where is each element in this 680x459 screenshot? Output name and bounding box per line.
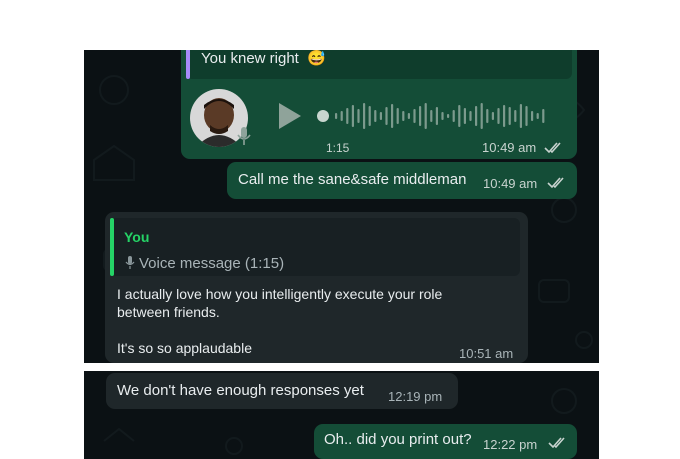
message-bubble-incoming: You Voice message (1:15) I actually love…: [105, 212, 528, 363]
message-text: We don't have enough responses yet: [117, 382, 364, 399]
message-text: Call me the sane&safe middleman: [238, 171, 467, 188]
reply-preview-text: Voice message (1:15): [139, 255, 285, 272]
quoted-message[interactable]: You knew right 😅: [186, 50, 572, 79]
message-time: 10:51 am: [459, 346, 514, 361]
message-time: 12:22 pm: [483, 437, 538, 452]
chat-panel-top: You knew right 😅 1:15 10:49 am Call me t…: [84, 50, 599, 363]
chat-panel-bottom: We don't have enough responses yet 12:19…: [84, 371, 599, 459]
message-text-line-3: It's so so applaudable: [117, 340, 252, 356]
message-bubble-outgoing: Call me the sane&safe middleman 10:49 am: [227, 162, 577, 199]
microphone-icon: [237, 127, 251, 145]
voice-note-time: 10:49 am: [482, 140, 537, 155]
message-text: Oh.. did you print out?: [324, 431, 472, 448]
microphone-icon: [125, 256, 135, 269]
message-time: 10:49 am: [483, 176, 538, 191]
voice-note-bubble: You knew right 😅 1:15 10:49 am: [181, 50, 577, 159]
quote-bar: [110, 218, 114, 276]
read-ticks-icon: [547, 177, 564, 189]
waveform[interactable]: [315, 98, 565, 134]
reply-author: You: [124, 229, 150, 245]
quoted-text: You knew right: [201, 50, 299, 67]
play-icon[interactable]: [277, 102, 303, 130]
quote-bar: [186, 50, 190, 79]
message-text-line-1: I actually love how you intelligently ex…: [117, 286, 443, 302]
read-ticks-icon: [544, 142, 561, 154]
message-time: 12:19 pm: [388, 389, 443, 404]
message-bubble-outgoing: Oh.. did you print out? 12:22 pm: [314, 424, 577, 459]
message-text-line-2: between friends.: [117, 304, 220, 320]
voice-note-duration: 1:15: [326, 141, 350, 155]
read-ticks-icon: [548, 437, 565, 449]
reply-preview[interactable]: You Voice message (1:15): [110, 218, 520, 276]
message-bubble-incoming: We don't have enough responses yet 12:19…: [106, 373, 458, 409]
sweat-smile-emoji-icon: 😅: [307, 50, 326, 67]
